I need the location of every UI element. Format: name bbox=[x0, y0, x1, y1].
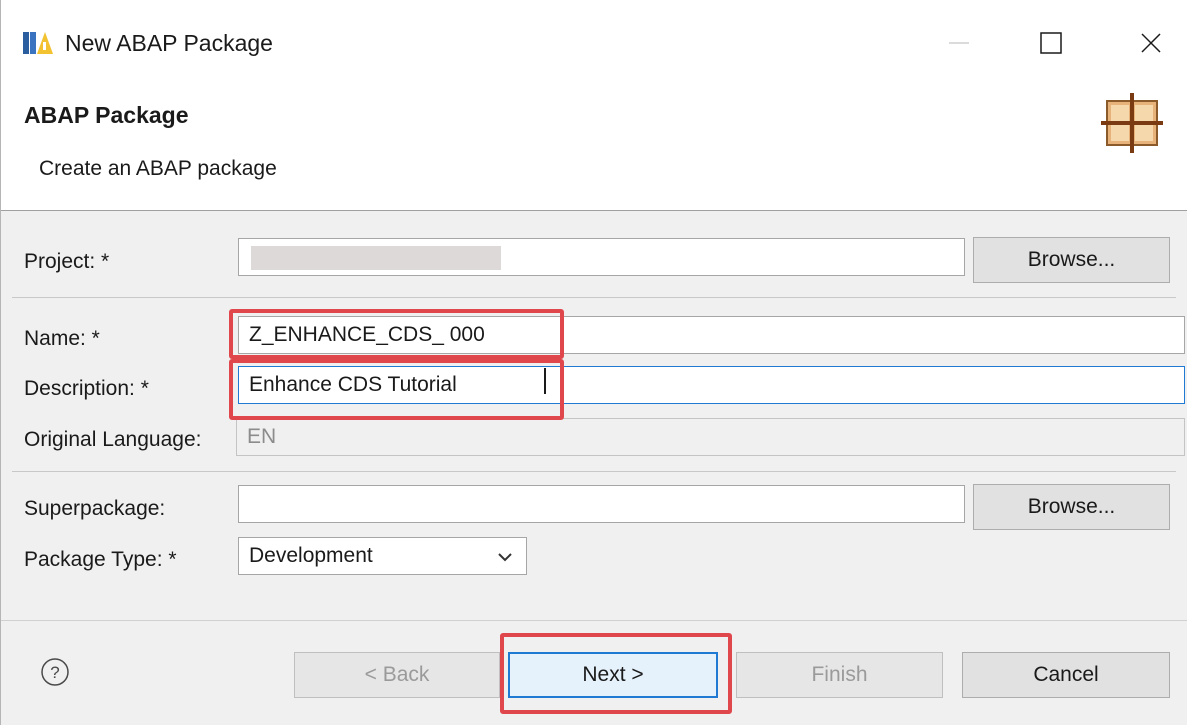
redacted-project-value bbox=[251, 246, 501, 270]
original-language-label: Original Language: bbox=[24, 428, 202, 451]
package-icon bbox=[1101, 93, 1163, 153]
project-label: Project: * bbox=[24, 250, 110, 273]
next-button[interactable]: Next > bbox=[508, 652, 718, 698]
wizard-title: ABAP Package bbox=[24, 102, 189, 128]
window-title: New ABAP Package bbox=[65, 30, 273, 56]
close-button[interactable] bbox=[1121, 20, 1181, 66]
package-type-value: Development bbox=[249, 544, 373, 567]
wizard-header: ABAP Package Create an ABAP package bbox=[1, 88, 1187, 211]
separator bbox=[12, 297, 1176, 298]
back-button[interactable]: < Back bbox=[294, 652, 500, 698]
eclipse-app-icon bbox=[23, 32, 53, 54]
description-label: Description: * bbox=[24, 377, 149, 400]
new-abap-package-dialog: New ABAP Package ABAP Package Create an … bbox=[0, 0, 1187, 725]
footer-divider bbox=[1, 620, 1187, 621]
maximize-icon bbox=[1040, 32, 1062, 54]
name-field[interactable]: Z_ENHANCE_CDS_ 000 bbox=[238, 316, 1185, 354]
svg-text:?: ? bbox=[50, 663, 59, 682]
package-type-label: Package Type: * bbox=[24, 548, 177, 571]
project-browse-button[interactable]: Browse... bbox=[973, 237, 1170, 283]
help-icon[interactable]: ? bbox=[40, 657, 70, 687]
minimize-icon bbox=[949, 42, 969, 44]
description-field[interactable]: Enhance CDS Tutorial bbox=[238, 366, 1185, 404]
superpackage-label: Superpackage: bbox=[24, 497, 166, 520]
separator bbox=[12, 471, 1176, 472]
title-bar: New ABAP Package bbox=[1, 0, 1187, 88]
finish-button[interactable]: Finish bbox=[736, 652, 943, 698]
project-field[interactable] bbox=[238, 238, 965, 276]
cancel-button[interactable]: Cancel bbox=[962, 652, 1170, 698]
package-type-select[interactable]: Development bbox=[238, 537, 527, 575]
text-cursor bbox=[544, 368, 546, 394]
superpackage-field[interactable] bbox=[238, 485, 965, 523]
wizard-description: Create an ABAP package bbox=[39, 157, 277, 180]
chevron-down-icon bbox=[498, 553, 512, 562]
name-label: Name: * bbox=[24, 327, 100, 350]
minimize-button[interactable] bbox=[929, 20, 989, 66]
close-icon bbox=[1141, 33, 1161, 53]
superpackage-browse-button[interactable]: Browse... bbox=[973, 484, 1170, 530]
maximize-button[interactable] bbox=[1021, 20, 1081, 66]
original-language-field: EN bbox=[236, 418, 1185, 456]
